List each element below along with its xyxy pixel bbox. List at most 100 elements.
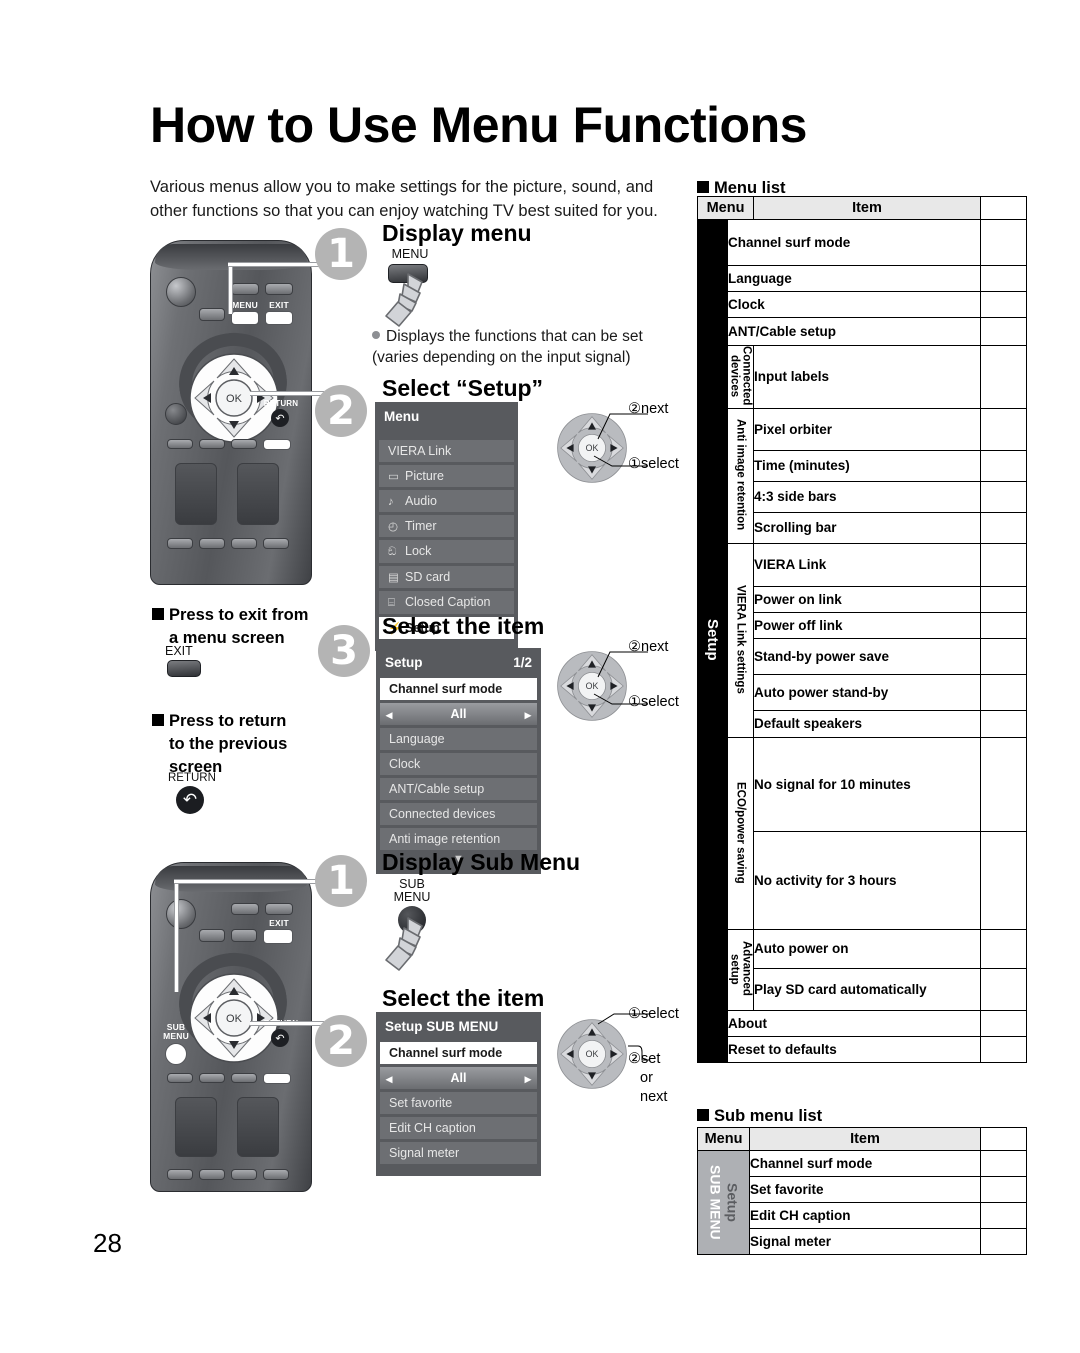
- option-left-arrow-icon[interactable]: ◂: [386, 707, 392, 722]
- square-bullet-icon-menu-list: [697, 181, 709, 193]
- remote-menu-white[interactable]: [231, 311, 259, 325]
- remote2-bottom-button-3[interactable]: [231, 1169, 257, 1180]
- menu-list-header-row: Menu Item: [697, 196, 1027, 220]
- remote-button-left-round[interactable]: [165, 403, 187, 425]
- sub-menu-item-label: Set favorite: [750, 1181, 824, 1197]
- osd-menu-item-closed-caption[interactable]: ⌸ Closed Caption: [379, 591, 514, 614]
- remote2-button-mid-1[interactable]: [199, 929, 225, 942]
- osd-setup-item-ant-cable-setup[interactable]: ANT/Cable setup: [380, 778, 537, 800]
- pad-hint-step2-select: ①select: [628, 456, 679, 472]
- osd-setup-item-clock[interactable]: Clock: [380, 753, 537, 775]
- remote-color-button-3[interactable]: [231, 439, 257, 449]
- submenu-option-right-arrow-icon[interactable]: ▸: [525, 1071, 531, 1086]
- remote-color-button-2[interactable]: [199, 439, 225, 449]
- remote-color-button-4[interactable]: [263, 439, 291, 450]
- leader-submenu-vertical: [174, 879, 179, 992]
- remote2-channel-rocker[interactable]: [237, 1097, 279, 1157]
- pad-hint-sub2-select: ①select: [628, 1006, 679, 1022]
- osd-submenu-selected-row[interactable]: Channel surf mode: [380, 1042, 537, 1064]
- osd-setup-selected-row[interactable]: Channel surf mode: [380, 678, 537, 700]
- osd-setup-item-anti-image-retention[interactable]: Anti image retention: [380, 828, 537, 850]
- osd-menu-item-label: Picture: [405, 469, 444, 483]
- remote2-color-button-3[interactable]: [231, 1073, 257, 1083]
- osd-menu-item-timer[interactable]: ◴ Timer: [379, 515, 514, 537]
- menu-item-cell: ANT/Cable setup: [727, 317, 981, 346]
- sub-menu-keycap-label: SUB MENU: [382, 878, 442, 904]
- menu-column-setup-label: Setup: [704, 618, 721, 661]
- menu-list-col-item: Item: [753, 196, 981, 220]
- osd-submenu-item-set-favorite[interactable]: Set favorite: [380, 1092, 537, 1114]
- osd-submenu-item-signal-meter[interactable]: Signal meter: [380, 1142, 537, 1164]
- remote2-color-button-2[interactable]: [199, 1073, 225, 1083]
- pad-hint-step3-select: ①select: [628, 694, 679, 710]
- remote-label-exit: EXIT: [269, 300, 289, 310]
- menu-item-label: Auto power on: [754, 941, 849, 957]
- osd-submenu-rows: Set favorite Edit CH caption Signal meter: [376, 1092, 541, 1164]
- lock-icon: ඞ: [388, 546, 397, 558]
- sub-menu-list-heading: Sub menu list: [697, 1105, 822, 1128]
- remote2-bottom-button-1[interactable]: [167, 1169, 193, 1180]
- table-row: ANT/Cable setup: [698, 317, 1027, 346]
- menu-item-cell: Auto power stand-by: [753, 674, 981, 712]
- osd-menu-item-sd-card[interactable]: ▤ SD card: [379, 566, 514, 588]
- leader-menu-horizontal: [228, 262, 320, 267]
- remote2-sub-menu-button[interactable]: [165, 1043, 187, 1065]
- sub-menu-item-label: Channel surf mode: [750, 1155, 873, 1171]
- remote2-button-top-2[interactable]: [265, 903, 293, 915]
- remote-button-exit-top[interactable]: [265, 283, 293, 295]
- remote2-button-top-1[interactable]: [231, 903, 259, 915]
- submenu-option-left-arrow-icon[interactable]: ◂: [386, 1071, 392, 1086]
- exit-keycap[interactable]: [167, 660, 201, 677]
- menu-item-cell: No signal for 10 minutes: [753, 737, 981, 833]
- remote-bottom-button-3[interactable]: [231, 538, 257, 549]
- menu-value-cell: [980, 638, 1027, 676]
- table-row: Language: [698, 265, 1027, 292]
- menu-item-cell: Channel surf mode: [727, 219, 981, 266]
- menu-list-heading-text: Menu list: [714, 179, 786, 197]
- table-row: Connected devices Input labels: [698, 344, 1027, 410]
- remote2-bottom-button-2[interactable]: [199, 1169, 225, 1180]
- remote-button-aux[interactable]: [199, 308, 225, 321]
- osd-setup-item-language[interactable]: Language: [380, 728, 537, 750]
- manual-page: How to Use Menu Functions Various menus …: [0, 0, 1080, 1353]
- remote-bottom-button-2[interactable]: [199, 538, 225, 549]
- remote2-button-mid-2[interactable]: [231, 929, 257, 942]
- remote-volume-rocker[interactable]: [175, 463, 217, 525]
- remote2-bottom-button-4[interactable]: [263, 1169, 289, 1180]
- table-row: VIERA Link settings VIERA Link: [698, 543, 1027, 739]
- osd-submenu-option-row[interactable]: ◂ All ▸: [380, 1067, 537, 1089]
- menu-item-label: Scrolling bar: [754, 520, 837, 536]
- timer-icon: ◴: [388, 521, 399, 533]
- sub-menu-list-col-blank: [980, 1127, 1027, 1151]
- osd-submenu-item-edit-ch-caption[interactable]: Edit CH caption: [380, 1117, 537, 1139]
- power-button-2[interactable]: [166, 899, 196, 929]
- remote-bottom-button-4[interactable]: [263, 538, 289, 549]
- remote2-color-button-4[interactable]: [263, 1073, 291, 1084]
- menu-item-label: ANT/Cable setup: [728, 323, 837, 339]
- osd-setup-option-row[interactable]: ◂ All ▸: [380, 703, 537, 725]
- remote-exit-white[interactable]: [265, 311, 293, 325]
- osd-menu-item-lock[interactable]: ඞ Lock: [379, 540, 514, 563]
- remote-color-button-1[interactable]: [167, 439, 193, 449]
- remote-button-menu-top[interactable]: [231, 283, 259, 295]
- osd-menu-item-audio[interactable]: ♪ Audio: [379, 490, 514, 512]
- remote-bottom-button-1[interactable]: [167, 538, 193, 549]
- osd-menu-item-picture[interactable]: ▭ Picture: [379, 465, 514, 487]
- sub-menu-keycap-label-line2: MENU: [393, 890, 431, 904]
- osd-menu-item-viera-link[interactable]: VIERA Link: [379, 440, 514, 462]
- osd-setup-item-connected-devices[interactable]: Connected devices: [380, 803, 537, 825]
- remote-dpad[interactable]: OK: [189, 353, 279, 443]
- remote-channel-rocker[interactable]: [237, 463, 279, 525]
- remote2-color-button-1[interactable]: [167, 1073, 193, 1083]
- remote2-return-icon[interactable]: ↶: [271, 1029, 289, 1047]
- power-button[interactable]: [166, 277, 196, 307]
- remote-return-icon[interactable]: ↶: [271, 409, 289, 427]
- remote2-volume-rocker[interactable]: [175, 1097, 217, 1157]
- sub-menu-item-cell: Signal meter: [749, 1228, 981, 1255]
- remote-label-return: RETURN: [263, 399, 299, 408]
- option-right-arrow-icon[interactable]: ▸: [525, 707, 531, 722]
- return-keycap-icon[interactable]: ↶: [176, 786, 204, 814]
- sub-menu-list-col-item: Item: [749, 1127, 981, 1151]
- remote2-dpad[interactable]: OK: [189, 973, 279, 1063]
- remote2-exit-white[interactable]: [263, 929, 293, 944]
